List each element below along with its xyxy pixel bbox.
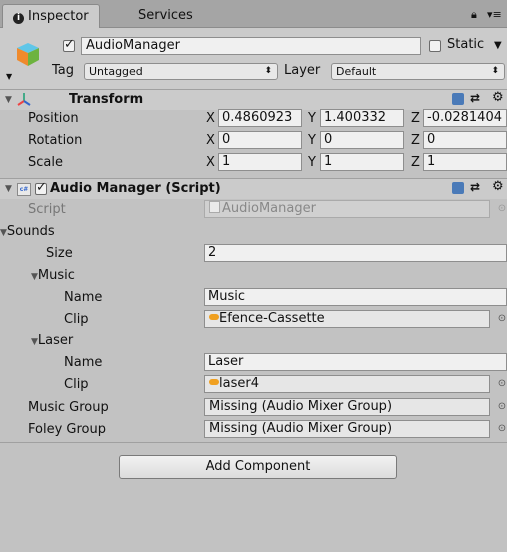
music-name-field[interactable]: Music — [204, 288, 507, 306]
y-axis-label[interactable]: Y — [308, 111, 316, 126]
z-axis-label[interactable]: Z — [411, 133, 420, 148]
preset-icon[interactable]: ⇄ — [470, 91, 480, 105]
transform-axis-icon — [17, 93, 31, 106]
static-label: Static — [447, 37, 485, 52]
gear-icon[interactable]: ⚙ — [492, 90, 504, 105]
scale-x-field[interactable]: 1 — [218, 153, 302, 171]
layer-dropdown[interactable]: Default ⬍ — [331, 63, 505, 80]
object-picker-icon[interactable]: ⊙ — [497, 379, 507, 389]
tag-value: Untagged — [89, 65, 143, 78]
tag-label: Tag — [52, 63, 75, 78]
clip-label: Clip — [64, 377, 89, 392]
object-picker-icon[interactable]: ⊙ — [497, 314, 507, 324]
script-enabled-checkbox[interactable] — [35, 180, 47, 195]
script-value: AudioManager — [222, 201, 316, 216]
foldout-arrow-icon[interactable]: ▼ — [31, 337, 38, 347]
layer-value: Default — [336, 65, 377, 78]
music-clip-value: Efence-Cassette — [219, 311, 325, 326]
clip-label: Clip — [64, 312, 89, 327]
y-axis-label[interactable]: Y — [308, 155, 316, 170]
transform-header[interactable]: ▼ Transform ⇄ ⚙ — [0, 89, 507, 110]
scale-z-field[interactable]: 1 — [423, 153, 507, 171]
tag-dropdown[interactable]: Untagged ⬍ — [84, 63, 278, 80]
scale-y-field[interactable]: 1 — [320, 153, 404, 171]
rotation-label[interactable]: Rotation — [28, 133, 82, 148]
help-book-icon[interactable] — [452, 182, 464, 194]
rotation-x-field[interactable]: 0 — [218, 131, 302, 149]
name-label: Name — [64, 355, 103, 370]
info-icon: i — [13, 13, 24, 24]
foldout-arrow-icon[interactable]: ▼ — [31, 272, 38, 282]
csharp-script-icon: c# — [17, 183, 31, 196]
foldout-arrow-icon[interactable]: ▼ — [5, 184, 12, 194]
tab-bar: i Inspector Services 🔒︎ ▾≡ — [0, 0, 507, 28]
layer-label: Layer — [284, 63, 321, 78]
audio-clip-icon — [209, 314, 219, 320]
scale-label[interactable]: Scale — [28, 155, 63, 170]
static-checkbox[interactable] — [429, 40, 441, 52]
help-book-icon[interactable] — [452, 93, 464, 105]
static-dropdown-arrow-icon[interactable]: ▼ — [494, 40, 502, 51]
position-z-field[interactable]: -0.0281404 — [423, 109, 507, 127]
z-axis-label[interactable]: Z — [411, 155, 420, 170]
music-clip-field[interactable]: Efence-Cassette — [204, 310, 490, 328]
script-field: AudioManager — [204, 200, 490, 218]
transform-title: Transform — [69, 92, 144, 107]
sounds-label: Sounds — [6, 224, 55, 239]
music-element-label: Music — [37, 268, 75, 283]
rotation-y-field[interactable]: 0 — [320, 131, 404, 149]
z-axis-label[interactable]: Z — [411, 111, 420, 126]
add-component-button[interactable]: Add Component — [119, 455, 397, 479]
gameobject-header: ▼ AudioManager Static ▼ Tag Untagged ⬍ La… — [0, 28, 507, 90]
audio-manager-header[interactable]: ▼ c# Audio Manager (Script) ⇄ ⚙ — [0, 178, 507, 199]
laser-clip-value: laser4 — [219, 376, 259, 391]
chevron-icon: ⬍ — [491, 66, 499, 76]
audio-clip-icon — [209, 379, 219, 385]
foldout-arrow-icon[interactable]: ▼ — [0, 228, 7, 238]
foley-group-label: Foley Group — [28, 422, 106, 437]
tab-inspector[interactable]: i Inspector — [2, 4, 100, 28]
size-label: Size — [46, 246, 73, 261]
laser-element-label: Laser — [37, 333, 74, 348]
tab-services[interactable]: Services — [128, 4, 203, 27]
object-picker-icon[interactable]: ⊙ — [497, 402, 507, 412]
object-picker-icon: ⊙ — [497, 203, 507, 214]
y-axis-label[interactable]: Y — [308, 133, 316, 148]
x-axis-label[interactable]: X — [206, 133, 215, 148]
size-field[interactable]: 2 — [204, 244, 507, 262]
music-group-label: Music Group — [28, 400, 109, 415]
name-label: Name — [64, 290, 103, 305]
position-x-field[interactable]: 0.4860923 — [218, 109, 302, 127]
laser-name-field[interactable]: Laser — [204, 353, 507, 371]
music-group-field[interactable]: Missing (Audio Mixer Group) — [204, 398, 490, 416]
object-picker-icon[interactable]: ⊙ — [497, 424, 507, 434]
laser-element-foldout[interactable]: ▼Laser — [31, 333, 73, 348]
chevron-icon: ⬍ — [264, 66, 272, 76]
gear-icon[interactable]: ⚙ — [492, 179, 504, 194]
x-axis-label[interactable]: X — [206, 111, 215, 126]
music-element-foldout[interactable]: ▼Music — [31, 268, 75, 283]
preset-icon[interactable]: ⇄ — [470, 180, 480, 194]
active-checkbox[interactable] — [63, 37, 75, 52]
object-name-input[interactable]: AudioManager — [81, 37, 421, 55]
tab-inspector-label: Inspector — [28, 9, 89, 24]
tab-menu-icon[interactable]: ▾≡ — [487, 8, 502, 21]
rotation-z-field[interactable]: 0 — [423, 131, 507, 149]
tab-services-label: Services — [138, 8, 193, 23]
position-label[interactable]: Position — [28, 111, 79, 126]
x-axis-label[interactable]: X — [206, 155, 215, 170]
script-label: Script — [28, 202, 66, 217]
icon-dropdown-arrow-icon[interactable]: ▼ — [6, 72, 12, 81]
divider — [0, 442, 507, 443]
position-y-field[interactable]: 1.400332 — [320, 109, 404, 127]
foldout-arrow-icon[interactable]: ▼ — [5, 95, 12, 105]
foley-group-field[interactable]: Missing (Audio Mixer Group) — [204, 420, 490, 438]
gameobject-cube-icon — [17, 43, 39, 66]
lock-icon[interactable]: 🔒︎ — [471, 8, 477, 22]
laser-clip-field[interactable]: laser4 — [204, 375, 490, 393]
sounds-foldout[interactable]: ▼Sounds — [0, 224, 55, 239]
audio-manager-title: Audio Manager (Script) — [50, 181, 221, 196]
script-file-icon — [209, 201, 220, 213]
